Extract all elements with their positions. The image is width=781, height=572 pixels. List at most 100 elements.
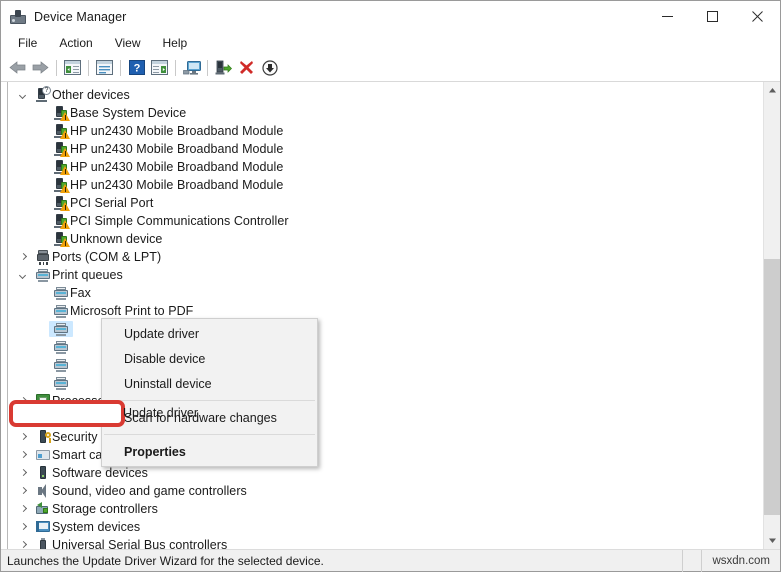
tree-row-content[interactable]: HP un2430 Mobile Broadband Module xyxy=(49,159,286,175)
tree-row[interactable]: HP un2430 Mobile Broadband Module xyxy=(1,140,763,158)
tree-row-content[interactable]: Storage controllers xyxy=(31,501,161,517)
vertical-scrollbar[interactable] xyxy=(763,82,780,549)
tree-row[interactable]: PCI Serial Port xyxy=(1,194,763,212)
tree-row-icon xyxy=(34,428,52,446)
tree-row-content[interactable]: PCI Serial Port xyxy=(49,195,156,211)
chevron-right-icon[interactable] xyxy=(15,500,31,518)
tree-row-icon xyxy=(34,482,52,500)
close-icon[interactable] xyxy=(735,1,780,32)
tree-row-content[interactable] xyxy=(49,339,73,355)
tree-row-content[interactable]: Fax xyxy=(49,285,94,301)
tree-row-content[interactable]: Sound, video and game controllers xyxy=(31,483,250,499)
scrollbar-track[interactable] xyxy=(764,99,780,532)
menu-file[interactable]: File xyxy=(7,34,48,53)
device-manager-icon xyxy=(10,9,26,25)
tree-row-label: System devices xyxy=(52,520,141,534)
tree-row[interactable]: HP un2430 Mobile Broadband Module xyxy=(1,176,763,194)
chevron-down-icon[interactable] xyxy=(15,86,31,104)
tree-row-content[interactable]: Ports (COM & LPT) xyxy=(31,249,164,265)
tree-row[interactable]: Unknown device xyxy=(1,230,763,248)
chevron-right-icon[interactable] xyxy=(15,392,31,410)
back-button[interactable] xyxy=(6,56,29,79)
tree-row[interactable]: Base System Device xyxy=(1,104,763,122)
tree-row[interactable]: Print queues xyxy=(1,266,763,284)
tree-row-content[interactable]: Universal Serial Bus controllers xyxy=(31,537,230,549)
tree-twisty-empty xyxy=(33,158,49,176)
tree-row[interactable]: Sound, video and game controllers xyxy=(1,482,763,500)
tree-row-content[interactable]: System devices xyxy=(31,519,143,535)
properties-window-icon[interactable] xyxy=(93,56,116,79)
chevron-down-icon[interactable] xyxy=(15,266,31,284)
tree-row-content[interactable] xyxy=(49,357,73,373)
context-menu-item-properties[interactable]: Properties xyxy=(102,439,317,464)
minimize-icon[interactable] xyxy=(645,1,690,32)
tree-row-content[interactable]: HP un2430 Mobile Broadband Module xyxy=(49,177,286,193)
action-pane-icon[interactable] xyxy=(148,56,171,79)
red-x-icon[interactable] xyxy=(235,56,258,79)
tree-row-content[interactable] xyxy=(49,375,73,391)
printer-icon xyxy=(53,357,69,373)
context-menu-item-update-driver[interactable]: Update driver xyxy=(102,321,317,346)
sd-card-icon xyxy=(35,411,51,427)
tree-row[interactable]: Storage controllers xyxy=(1,500,763,518)
tree-row[interactable]: Fax xyxy=(1,284,763,302)
context-menu-item-uninstall-device[interactable]: Uninstall device xyxy=(102,371,317,396)
tree-row[interactable]: Universal Serial Bus controllers xyxy=(1,536,763,549)
forward-button[interactable] xyxy=(29,56,52,79)
question-mark-icon[interactable]: ? xyxy=(125,56,148,79)
tree-row-content[interactable]: Unknown device xyxy=(49,231,165,247)
chevron-right-icon[interactable] xyxy=(15,464,31,482)
chevron-right-icon[interactable] xyxy=(15,410,31,428)
tree-row[interactable]: System devices xyxy=(1,518,763,536)
toolbar-separator xyxy=(175,59,176,76)
tree-row-content[interactable]: Base System Device xyxy=(49,105,189,121)
tree-row-content[interactable] xyxy=(49,321,73,337)
scroll-up-icon[interactable] xyxy=(764,82,780,99)
scrollbar-thumb[interactable] xyxy=(764,259,780,515)
tree-row-content[interactable]: HP un2430 Mobile Broadband Module xyxy=(49,141,286,157)
tree-row-content[interactable]: Software devices xyxy=(31,465,151,481)
tree-row[interactable]: HP un2430 Mobile Broadband Module xyxy=(1,158,763,176)
chevron-right-icon[interactable] xyxy=(15,518,31,536)
chevron-right-icon[interactable] xyxy=(15,446,31,464)
tree-row-content[interactable]: PCI Simple Communications Controller xyxy=(49,213,292,229)
menu-view[interactable]: View xyxy=(104,34,152,53)
tree-row-content[interactable]: Print queues xyxy=(31,267,126,283)
tree-row[interactable]: ? Other devices xyxy=(1,86,763,104)
chevron-right-icon[interactable] xyxy=(15,248,31,266)
tree-row-content[interactable]: HP un2430 Mobile Broadband Module xyxy=(49,123,286,139)
update-driver-icon[interactable] xyxy=(212,56,235,79)
watermark: wsxdn.com xyxy=(701,549,780,572)
maximize-icon[interactable] xyxy=(690,1,735,32)
down-arrow-circle-icon[interactable] xyxy=(258,56,281,79)
context-menu[interactable]: Update driver Disable device Uninstall d… xyxy=(101,318,318,467)
tree-row-label: HP un2430 Mobile Broadband Module xyxy=(70,160,284,174)
chevron-right-icon[interactable] xyxy=(15,482,31,500)
device-warning-icon xyxy=(53,177,70,193)
tree-twisty-empty xyxy=(33,230,49,248)
tree-row-icon xyxy=(34,500,52,518)
console-tree-icon[interactable] xyxy=(61,56,84,79)
tree-row[interactable]: PCI Simple Communications Controller xyxy=(1,212,763,230)
tree-row-content[interactable]: Microsoft Print to PDF xyxy=(49,303,196,319)
menu-action[interactable]: Action xyxy=(48,34,103,53)
scroll-down-icon[interactable] xyxy=(764,532,780,549)
device-tree[interactable]: ? Other devices Base System Device HP un243… xyxy=(1,82,763,549)
tree-row-icon xyxy=(52,104,70,122)
monitor-scan-icon[interactable] xyxy=(180,56,203,79)
chevron-right-icon[interactable] xyxy=(15,536,31,549)
tree-row[interactable]: Ports (COM & LPT) xyxy=(1,248,763,266)
chevron-right-icon[interactable] xyxy=(15,428,31,446)
menu-help[interactable]: Help xyxy=(152,34,199,53)
tree-row-content[interactable]: ? Other devices xyxy=(31,86,133,103)
tree-row-icon xyxy=(52,338,70,356)
context-menu-item-disable-device[interactable]: Disable device xyxy=(102,346,317,371)
title-bar: Device Manager xyxy=(1,1,780,32)
tree-row[interactable]: HP un2430 Mobile Broadband Module xyxy=(1,122,763,140)
tree-row-icon xyxy=(52,158,70,176)
